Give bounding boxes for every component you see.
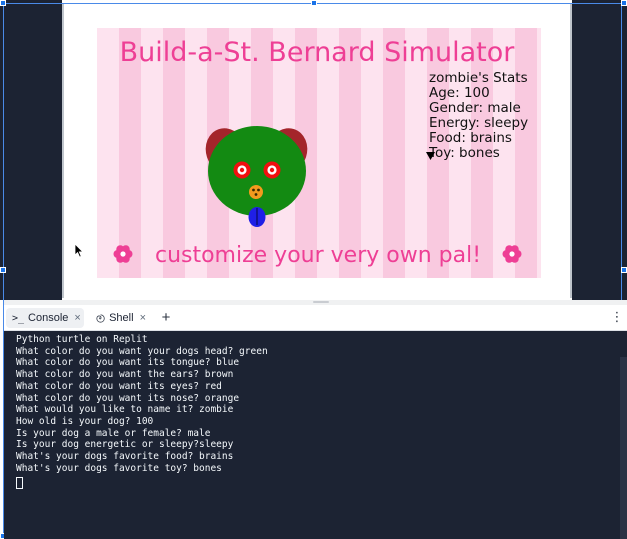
output-pane: Build-a-St. Bernard Simulator zombie's S… [0, 0, 627, 300]
shell-icon [96, 313, 105, 323]
dog-head [208, 126, 306, 216]
close-icon[interactable]: × [140, 312, 146, 324]
console-line: What color do you want your dogs head? g… [16, 345, 268, 357]
tab-console-label: Console [28, 312, 69, 324]
console-line: What color do you want its nose? orange [16, 392, 240, 404]
stat-food: Food: brains [429, 130, 512, 146]
turtle-canvas[interactable]: Build-a-St. Bernard Simulator zombie's S… [97, 28, 541, 278]
mouse-pointer-icon [74, 243, 84, 258]
tab-console[interactable]: >_ Console × [6, 308, 84, 328]
console-line: Python turtle on Replit [16, 334, 148, 345]
console-cursor [16, 477, 23, 490]
console-line: What color do you want its eyes? red [16, 380, 222, 392]
canvas-title: Build-a-St. Bernard Simulator [120, 37, 516, 68]
flower-center [509, 251, 515, 257]
console-line: What would you like to name it? zombie [16, 404, 234, 416]
terminal-icon: >_ [12, 312, 25, 324]
console-line: What color do you want the ears? brown [16, 369, 234, 381]
console-line: Is your dog energetic or sleepy?sleepy [16, 439, 234, 451]
stat-energy: Energy: sleepy [429, 115, 528, 131]
dog-nose [249, 185, 263, 199]
stats-heading: zombie's Stats [429, 70, 528, 86]
more-options-icon[interactable]: ⋮ [610, 308, 624, 328]
resize-handle-top-left[interactable] [0, 0, 6, 6]
console-lines: Python turtle on Replit What color do you… [16, 334, 627, 474]
tab-shell-label: Shell [109, 312, 134, 324]
console-line: Is your dog a male or female? male [16, 427, 211, 439]
resize-handle-top-right[interactable] [621, 0, 627, 6]
divider-grip[interactable] [313, 301, 329, 303]
resize-handle-top-center[interactable] [311, 0, 317, 6]
tab-bar: >_ Console × Shell × + ⋮ [4, 305, 627, 331]
flower-center [120, 251, 126, 257]
close-icon[interactable]: × [74, 312, 80, 324]
console-output[interactable]: Python turtle on Replit What color do you… [4, 331, 627, 539]
resize-handle-middle-left[interactable] [0, 267, 6, 273]
stat-toy: Toy: bones [428, 145, 500, 161]
background-stripe [515, 28, 537, 278]
add-tab-button[interactable]: + [157, 308, 175, 328]
tab-shell[interactable]: Shell × [90, 308, 152, 328]
stat-gender: Gender: male [429, 100, 521, 116]
console-line: What's your dogs favorite toy? bones [16, 462, 222, 474]
resize-handle-middle-right[interactable] [621, 267, 627, 273]
console-line: What color do you want its tongue? blue [16, 357, 240, 369]
console-scrollbar[interactable] [620, 357, 627, 539]
console-line: What's your dogs favorite food? brains [16, 451, 234, 463]
output-right-margin [572, 0, 627, 300]
stat-age: Age: 100 [429, 85, 490, 101]
console-line: How old is your dog? 100 [16, 415, 154, 427]
output-left-margin [0, 0, 62, 300]
canvas-tagline: customize your very own pal! [155, 243, 481, 268]
